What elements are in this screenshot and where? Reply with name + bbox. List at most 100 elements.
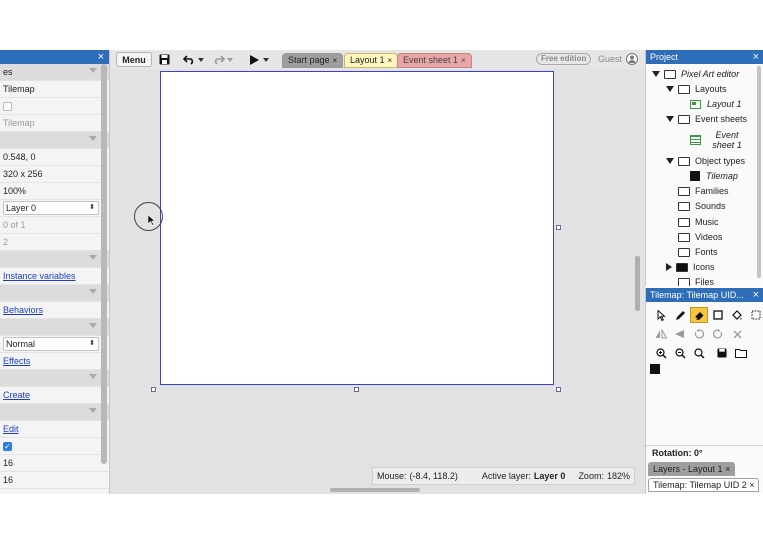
mirror-vertical-icon[interactable] <box>671 326 689 342</box>
tree-item-videos[interactable]: Videos <box>678 230 722 244</box>
divider <box>646 445 763 446</box>
tree-item-object-types[interactable]: Object types <box>666 154 745 168</box>
close-icon[interactable]: × <box>753 50 759 64</box>
save-icon[interactable] <box>713 345 731 361</box>
redo-icon[interactable] <box>211 52 225 67</box>
expand-icon[interactable] <box>666 158 674 164</box>
tile-swatch[interactable] <box>650 364 660 374</box>
resize-handle[interactable] <box>151 387 156 392</box>
tree-item-tilemap[interactable]: Tilemap <box>690 169 738 183</box>
expand-icon[interactable] <box>666 116 674 122</box>
property-checkbox[interactable] <box>3 101 12 111</box>
property-value[interactable]: 16 <box>3 458 13 468</box>
play-dropdown-icon[interactable] <box>262 52 270 67</box>
menu-button[interactable]: Menu <box>116 52 152 67</box>
property-link[interactable]: Effects <box>3 356 30 366</box>
property-link[interactable]: Instance variables <box>3 271 76 281</box>
undo-icon[interactable] <box>182 52 196 67</box>
tree-item-layout-1[interactable]: Layout 1 <box>690 97 742 111</box>
user-account-icon[interactable] <box>626 53 638 67</box>
property-link[interactable]: Edit <box>3 424 19 434</box>
fill-bucket-icon[interactable] <box>728 307 746 323</box>
tree-item-sounds[interactable]: Sounds <box>678 199 726 213</box>
select-tool-icon[interactable] <box>652 307 670 323</box>
scrollbar-thumb[interactable] <box>330 488 420 492</box>
tree-item-project-root[interactable]: Pixel Art editor <box>652 67 739 81</box>
chevron-down-icon[interactable] <box>89 255 97 260</box>
tab-layout-1[interactable]: Layout 1 × <box>344 53 399 68</box>
property-checkbox-row: ✓ <box>0 438 109 455</box>
marquee-select-icon[interactable] <box>747 307 763 323</box>
property-value[interactable]: 0.548, 0 <box>3 152 36 162</box>
property-select[interactable]: Layer 0 ⬍ <box>3 201 99 215</box>
tree-item-event-sheet-1[interactable]: Event sheet 1 <box>690 128 747 152</box>
collapse-icon[interactable] <box>666 263 672 271</box>
open-folder-icon[interactable] <box>732 345 750 361</box>
property-select[interactable]: Normal ⬍ <box>3 337 99 351</box>
tree-item-layouts[interactable]: Layouts <box>666 82 727 96</box>
rotate-ccw-icon[interactable] <box>690 326 708 342</box>
eraser-tool-icon[interactable] <box>690 307 708 323</box>
property-checkbox[interactable]: ✓ <box>3 441 12 451</box>
property-select-row: Normal ⬍ <box>0 336 109 353</box>
property-value[interactable]: 100% <box>3 186 26 196</box>
property-value[interactable]: 16 <box>3 475 13 485</box>
tree-item-event-sheets[interactable]: Event sheets <box>666 112 747 126</box>
property-value-row: 320 x 256 <box>0 166 109 183</box>
rotate-cw-icon[interactable] <box>709 326 727 342</box>
rectangle-tool-icon[interactable] <box>709 307 727 323</box>
tree-item-fonts[interactable]: Fonts <box>678 245 718 259</box>
close-icon[interactable]: × <box>753 288 759 302</box>
close-icon[interactable]: × <box>333 56 338 65</box>
property-link[interactable]: Create <box>3 390 30 400</box>
canvas-horizontal-scrollbar[interactable] <box>110 486 645 494</box>
property-value[interactable]: 320 x 256 <box>3 169 43 179</box>
clear-transform-icon[interactable] <box>728 326 746 342</box>
close-icon[interactable]: × <box>98 50 104 64</box>
undo-dropdown-icon[interactable] <box>197 52 205 67</box>
tab-start-page[interactable]: Start page × <box>282 53 344 68</box>
expand-icon[interactable] <box>652 71 660 77</box>
chevron-down-icon[interactable] <box>89 374 97 379</box>
tree-item-families[interactable]: Families <box>678 184 729 198</box>
tab-tilemap[interactable]: Tilemap: Tilemap UID 2 × <box>648 478 760 492</box>
zoom-reset-icon[interactable] <box>690 345 708 361</box>
property-value-row: Tilemap <box>0 115 109 132</box>
folder-icon <box>678 232 690 242</box>
layout-canvas[interactable] <box>110 69 645 486</box>
property-link[interactable]: Behaviors <box>3 305 43 315</box>
chevron-down-icon[interactable] <box>89 136 97 141</box>
resize-handle[interactable] <box>354 387 359 392</box>
close-icon[interactable]: × <box>388 56 393 65</box>
properties-panel: × es Tilemap Tilemap 0.548, 0 320 x 256 100% L… <box>0 50 110 494</box>
close-icon[interactable]: × <box>749 480 754 490</box>
tree-item-files[interactable]: Files <box>678 275 714 286</box>
play-icon[interactable] <box>248 52 260 67</box>
chevron-down-icon[interactable] <box>89 323 97 328</box>
property-value[interactable]: Tilemap <box>3 84 35 94</box>
mirror-horizontal-icon[interactable] <box>652 326 670 342</box>
expand-icon[interactable] <box>666 86 674 92</box>
tab-event-sheet-1[interactable]: Event sheet 1 × <box>397 53 472 68</box>
pencil-tool-icon[interactable] <box>671 307 689 323</box>
zoom-out-icon[interactable] <box>671 345 689 361</box>
layout-area[interactable] <box>160 71 554 385</box>
tree-item-icons[interactable]: Icons <box>666 260 715 274</box>
resize-handle[interactable] <box>556 387 561 392</box>
chevron-down-icon[interactable] <box>89 68 97 73</box>
project-scrollbar[interactable] <box>757 66 761 278</box>
properties-scrollbar[interactable] <box>101 64 107 464</box>
tab-layers[interactable]: Layers - Layout 1 × <box>648 462 736 476</box>
chevron-down-icon[interactable] <box>89 408 97 413</box>
property-section-header <box>0 285 109 302</box>
zoom-in-icon[interactable] <box>652 345 670 361</box>
canvas-vertical-scrollbar[interactable] <box>635 256 640 311</box>
free-edition-badge[interactable]: Free edition <box>536 53 592 65</box>
chevron-down-icon[interactable] <box>89 289 97 294</box>
tree-item-music[interactable]: Music <box>678 215 719 229</box>
redo-dropdown-icon[interactable] <box>226 52 234 67</box>
close-icon[interactable]: × <box>461 56 466 65</box>
save-icon[interactable] <box>158 52 170 67</box>
resize-handle[interactable] <box>556 225 561 230</box>
close-icon[interactable]: × <box>725 464 730 474</box>
